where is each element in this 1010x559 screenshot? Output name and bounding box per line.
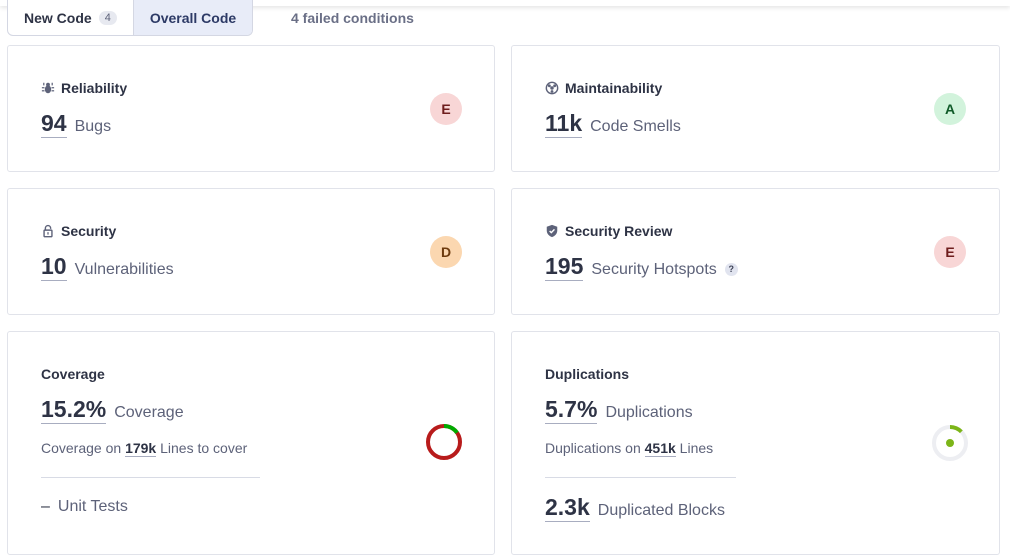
lock-icon <box>41 224 55 238</box>
reliability-card: Reliability 94 Bugs E <box>7 45 495 172</box>
security-review-label: Security Review <box>565 223 673 239</box>
maintainability-rating-badge[interactable]: A <box>934 93 966 125</box>
unit-tests-label: Unit Tests <box>57 498 128 515</box>
duplicated-blocks-label: Duplicated Blocks <box>597 502 725 519</box>
bug-icon <box>41 81 55 95</box>
security-metric: 10 Vulnerabilities <box>41 253 174 281</box>
reliability-title: Reliability <box>41 80 127 96</box>
security-review-rating-badge[interactable]: E <box>934 236 966 268</box>
failed-conditions-text: 4 failed conditions <box>291 10 414 26</box>
coverage-donut-chart <box>426 424 462 460</box>
lines-to-cover: Coverage on 179k Lines to cover <box>41 440 248 457</box>
maintainability-title: Maintainability <box>545 80 662 96</box>
duplications-percent[interactable]: 5.7% <box>545 396 598 424</box>
duplicated-blocks-metric: 2.3k Duplicated Blocks <box>545 494 725 522</box>
code-scope-tabs: New Code 4 Overall Code <box>7 0 254 36</box>
coverage-percent[interactable]: 15.2% <box>41 396 107 424</box>
lines-to-cover-suffix: Lines to cover <box>160 440 248 456</box>
tab-new-code[interactable]: New Code 4 <box>8 0 133 35</box>
duplications-dot <box>946 439 954 447</box>
security-hotspots-label: Security Hotspots <box>591 261 717 278</box>
security-review-card: Security Review 195 Security Hotspots ? … <box>511 188 1000 315</box>
divider <box>545 477 736 478</box>
tab-overall-code-label: Overall Code <box>149 9 237 26</box>
coverage-metric: 15.2% Coverage <box>41 396 184 424</box>
security-label: Security <box>61 223 117 239</box>
coverage-card: Coverage 15.2% Coverage Coverage on 179k… <box>7 331 495 555</box>
tab-new-code-label: New Code <box>24 9 92 26</box>
unit-tests-dash: – <box>41 498 50 515</box>
security-card: Security 10 Vulnerabilities D <box>7 188 495 315</box>
divider <box>41 477 260 478</box>
duplications-indicator <box>932 425 968 461</box>
security-review-title: Security Review <box>545 223 672 239</box>
maintainability-icon <box>545 81 559 95</box>
maintainability-metric: 11k Code Smells <box>545 110 681 138</box>
coverage-label: Coverage <box>114 404 184 421</box>
duplications-card: Duplications 5.7% Duplications Duplicati… <box>511 331 1000 555</box>
duplicated-lines-prefix: Duplications on <box>545 440 641 456</box>
help-icon[interactable]: ? <box>724 262 738 276</box>
reliability-rating-badge[interactable]: E <box>430 93 462 125</box>
code-smells-label: Code Smells <box>590 118 681 135</box>
security-title: Security <box>41 223 116 239</box>
duplications-metric: 5.7% Duplications <box>545 396 693 424</box>
duplicated-lines: Duplications on 451k Lines <box>545 440 714 457</box>
lines-to-cover-prefix: Coverage on <box>41 440 122 456</box>
security-hotspots-count[interactable]: 195 <box>545 253 584 281</box>
vulnerabilities-count[interactable]: 10 <box>41 253 67 281</box>
security-review-metric: 195 Security Hotspots ? <box>545 253 738 281</box>
reliability-label: Reliability <box>61 80 128 96</box>
duplicated-blocks-count[interactable]: 2.3k <box>545 494 590 522</box>
vulnerabilities-label: Vulnerabilities <box>74 261 174 278</box>
lines-to-cover-count[interactable]: 179k <box>125 440 157 457</box>
tab-overall-code[interactable]: Overall Code <box>132 0 253 35</box>
code-smells-count[interactable]: 11k <box>545 110 583 138</box>
unit-tests: – Unit Tests <box>41 498 128 516</box>
bugs-count[interactable]: 94 <box>41 110 67 138</box>
duplicated-lines-suffix: Lines <box>679 440 714 456</box>
duplicated-lines-count[interactable]: 451k <box>644 440 676 457</box>
security-rating-badge[interactable]: D <box>430 236 462 268</box>
reliability-metric: 94 Bugs <box>41 110 111 138</box>
new-code-count-badge: 4 <box>98 10 117 25</box>
maintainability-card: Maintainability 11k Code Smells A <box>511 45 1000 172</box>
duplications-title: Duplications <box>545 366 630 382</box>
bugs-label: Bugs <box>74 118 112 135</box>
duplications-label: Duplications <box>605 404 693 421</box>
maintainability-label: Maintainability <box>565 80 663 96</box>
coverage-title: Coverage <box>41 366 105 382</box>
shield-icon <box>545 224 559 238</box>
